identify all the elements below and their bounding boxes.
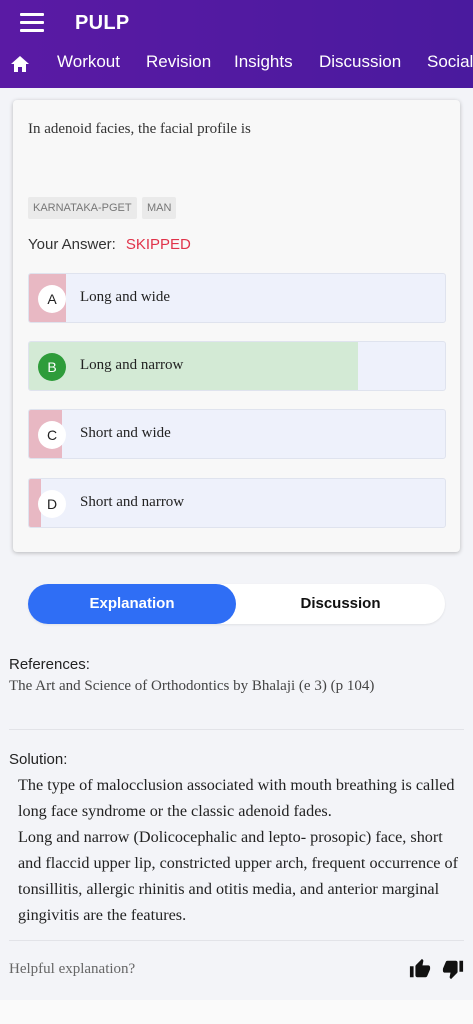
tab-insights[interactable]: Insights [234,52,293,72]
tab-workout[interactable]: Workout [57,52,120,72]
question-card: In adenoid facies, the facial profile is… [13,100,460,552]
hamburger-menu-icon[interactable] [20,13,44,33]
home-icon[interactable] [10,55,30,73]
explanation-discussion-toggle: Explanation Discussion [28,584,445,624]
option-c-text: Short and wide [80,425,171,441]
tag-subject: MAN [142,197,177,219]
question-text: In adenoid facies, the facial profile is [28,121,251,137]
option-a[interactable]: A Long and wide [28,273,446,323]
option-b-letter: B [38,353,66,381]
thumbs-down-icon[interactable] [442,958,464,980]
option-b-fill [29,342,358,390]
app-bar: PULP Workout Revision Insights Discussio… [0,0,473,88]
tab-revision[interactable]: Revision [146,52,211,72]
bottom-bar [0,1000,473,1024]
solution-title: Solution: [9,751,68,768]
thumbs-up-icon[interactable] [409,958,431,980]
helpful-prompt: Helpful explanation? [9,961,136,977]
option-a-letter: A [38,285,66,313]
divider [9,940,464,941]
tab-social[interactable]: Social [427,52,473,72]
discussion-button[interactable]: Discussion [236,584,445,624]
solution-paragraph: The type of malocclusion associated with… [18,776,455,820]
solution-paragraph: Long and narrow (Dolicocephalic and lept… [18,828,458,924]
option-c[interactable]: C Short and wide [28,409,446,459]
option-b-text: Long and narrow [80,357,184,373]
your-answer: Your Answer: SKIPPED [28,236,191,253]
option-b[interactable]: B Long and narrow [28,341,446,391]
tab-discussion[interactable]: Discussion [319,52,401,72]
option-d-letter: D [38,490,66,518]
references-title: References: [9,656,90,673]
divider [9,729,464,730]
option-d-text: Short and narrow [80,494,185,510]
explanation-button[interactable]: Explanation [28,584,236,624]
solution-text: The type of malocclusion associated with… [18,772,463,928]
option-a-text: Long and wide [80,289,170,305]
your-answer-label: Your Answer: [28,236,116,253]
option-c-letter: C [38,421,66,449]
tag-exam: KARNATAKA-PGET [28,197,137,219]
references-text: The Art and Science of Orthodontics by B… [9,678,375,694]
your-answer-value: SKIPPED [125,236,191,253]
option-d[interactable]: D Short and narrow [28,478,446,528]
app-title: PULP [75,12,130,34]
